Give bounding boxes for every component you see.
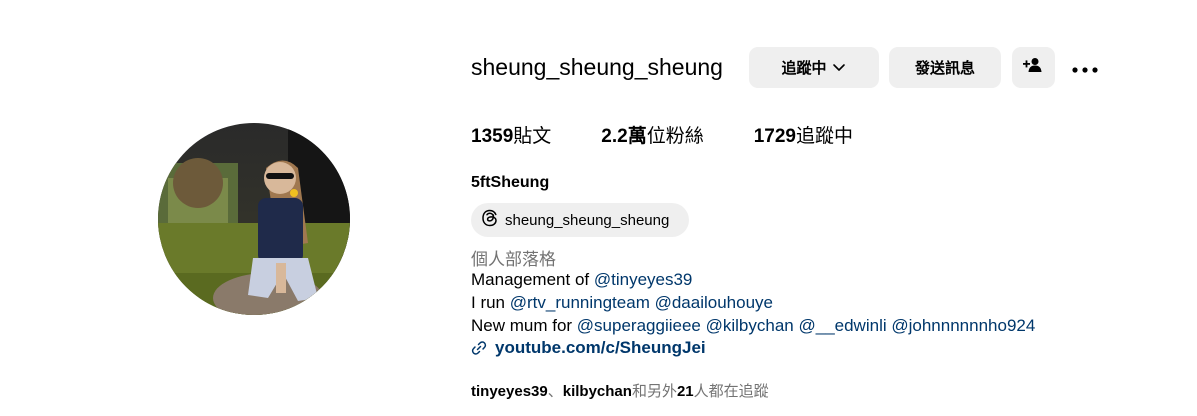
username: sheung_sheung_sheung <box>471 53 723 80</box>
bio-text: New mum for <box>471 316 577 335</box>
avatar[interactable] <box>158 123 350 315</box>
followed-by-user: kilbychan <box>562 383 632 400</box>
threads-handle: sheung_sheung_sheung <box>505 211 670 229</box>
bio-line: I run @rtv_runningteam @daailouhouye <box>471 291 1035 314</box>
followers-count[interactable]: 2.2萬位粉絲 <box>601 121 703 148</box>
posts-number: 1359 <box>471 126 514 147</box>
followed-by-text: 人都在追蹤 <box>693 382 769 400</box>
posts-count: 1359貼文 <box>471 121 551 148</box>
threads-link[interactable]: sheung_sheung_sheung <box>471 203 689 237</box>
followers-number: 2.2萬 <box>601 126 647 147</box>
profile-stats: 1359貼文 2.2萬位粉絲 1729追蹤中 <box>471 121 903 148</box>
mention-link[interactable]: @kilbychan <box>706 316 794 335</box>
following-button-label: 追蹤中 <box>781 58 827 77</box>
person-plus-icon <box>1023 57 1043 77</box>
following-label: 追蹤中 <box>796 125 854 147</box>
add-user-button[interactable] <box>1011 46 1055 88</box>
followed-by-count: 21 <box>676 383 694 400</box>
mention-link[interactable]: @superaggiieee <box>577 316 701 335</box>
mention-link[interactable]: @tinyeyes39 <box>594 270 693 289</box>
profile-category: 個人部落格 <box>471 250 556 270</box>
followed-by-separator: 、 <box>547 382 563 400</box>
mention-link[interactable]: @rtv_runningteam <box>510 293 650 312</box>
mention-link[interactable]: @daailouhouye <box>655 293 773 312</box>
avatar-photo <box>158 123 350 315</box>
message-button[interactable]: 發送訊息 <box>888 46 1001 88</box>
full-name: 5ftSheung <box>471 174 550 191</box>
following-count[interactable]: 1729追蹤中 <box>754 121 853 148</box>
mention-link[interactable]: @__edwinli <box>798 316 886 335</box>
following-button[interactable]: 追蹤中 <box>748 46 879 88</box>
profile-header: sheung_sheung_sheung 追蹤中 發送訊息 <box>471 46 1100 88</box>
link-icon <box>471 340 487 356</box>
external-link-text: youtube.com/c/SheungJei <box>495 338 706 357</box>
bio-text: I run <box>471 293 510 312</box>
posts-label: 貼文 <box>513 125 552 147</box>
followers-label: 位粉絲 <box>646 125 704 147</box>
ellipsis-icon <box>1072 58 1098 77</box>
chevron-down-icon <box>832 60 846 74</box>
external-link[interactable]: youtube.com/c/SheungJei <box>471 338 706 358</box>
followed-by[interactable]: tinyeyes39、kilbychan和另外21人都在追蹤 <box>471 380 769 401</box>
following-number: 1729 <box>753 126 797 147</box>
more-options-button[interactable] <box>1070 52 1100 82</box>
threads-icon <box>481 209 499 231</box>
bio-line: New mum for @superaggiieee @kilbychan @_… <box>471 314 1035 337</box>
followed-by-user: tinyeyes39 <box>471 383 548 400</box>
followed-by-text: 和另外 <box>631 382 677 400</box>
mention-link[interactable]: @johnnnnnnho924 <box>891 316 1035 335</box>
bio-text: Management of <box>471 270 594 289</box>
bio: Management of @tinyeyes39 I run @rtv_run… <box>471 268 1035 337</box>
bio-line: Management of @tinyeyes39 <box>471 268 1035 291</box>
